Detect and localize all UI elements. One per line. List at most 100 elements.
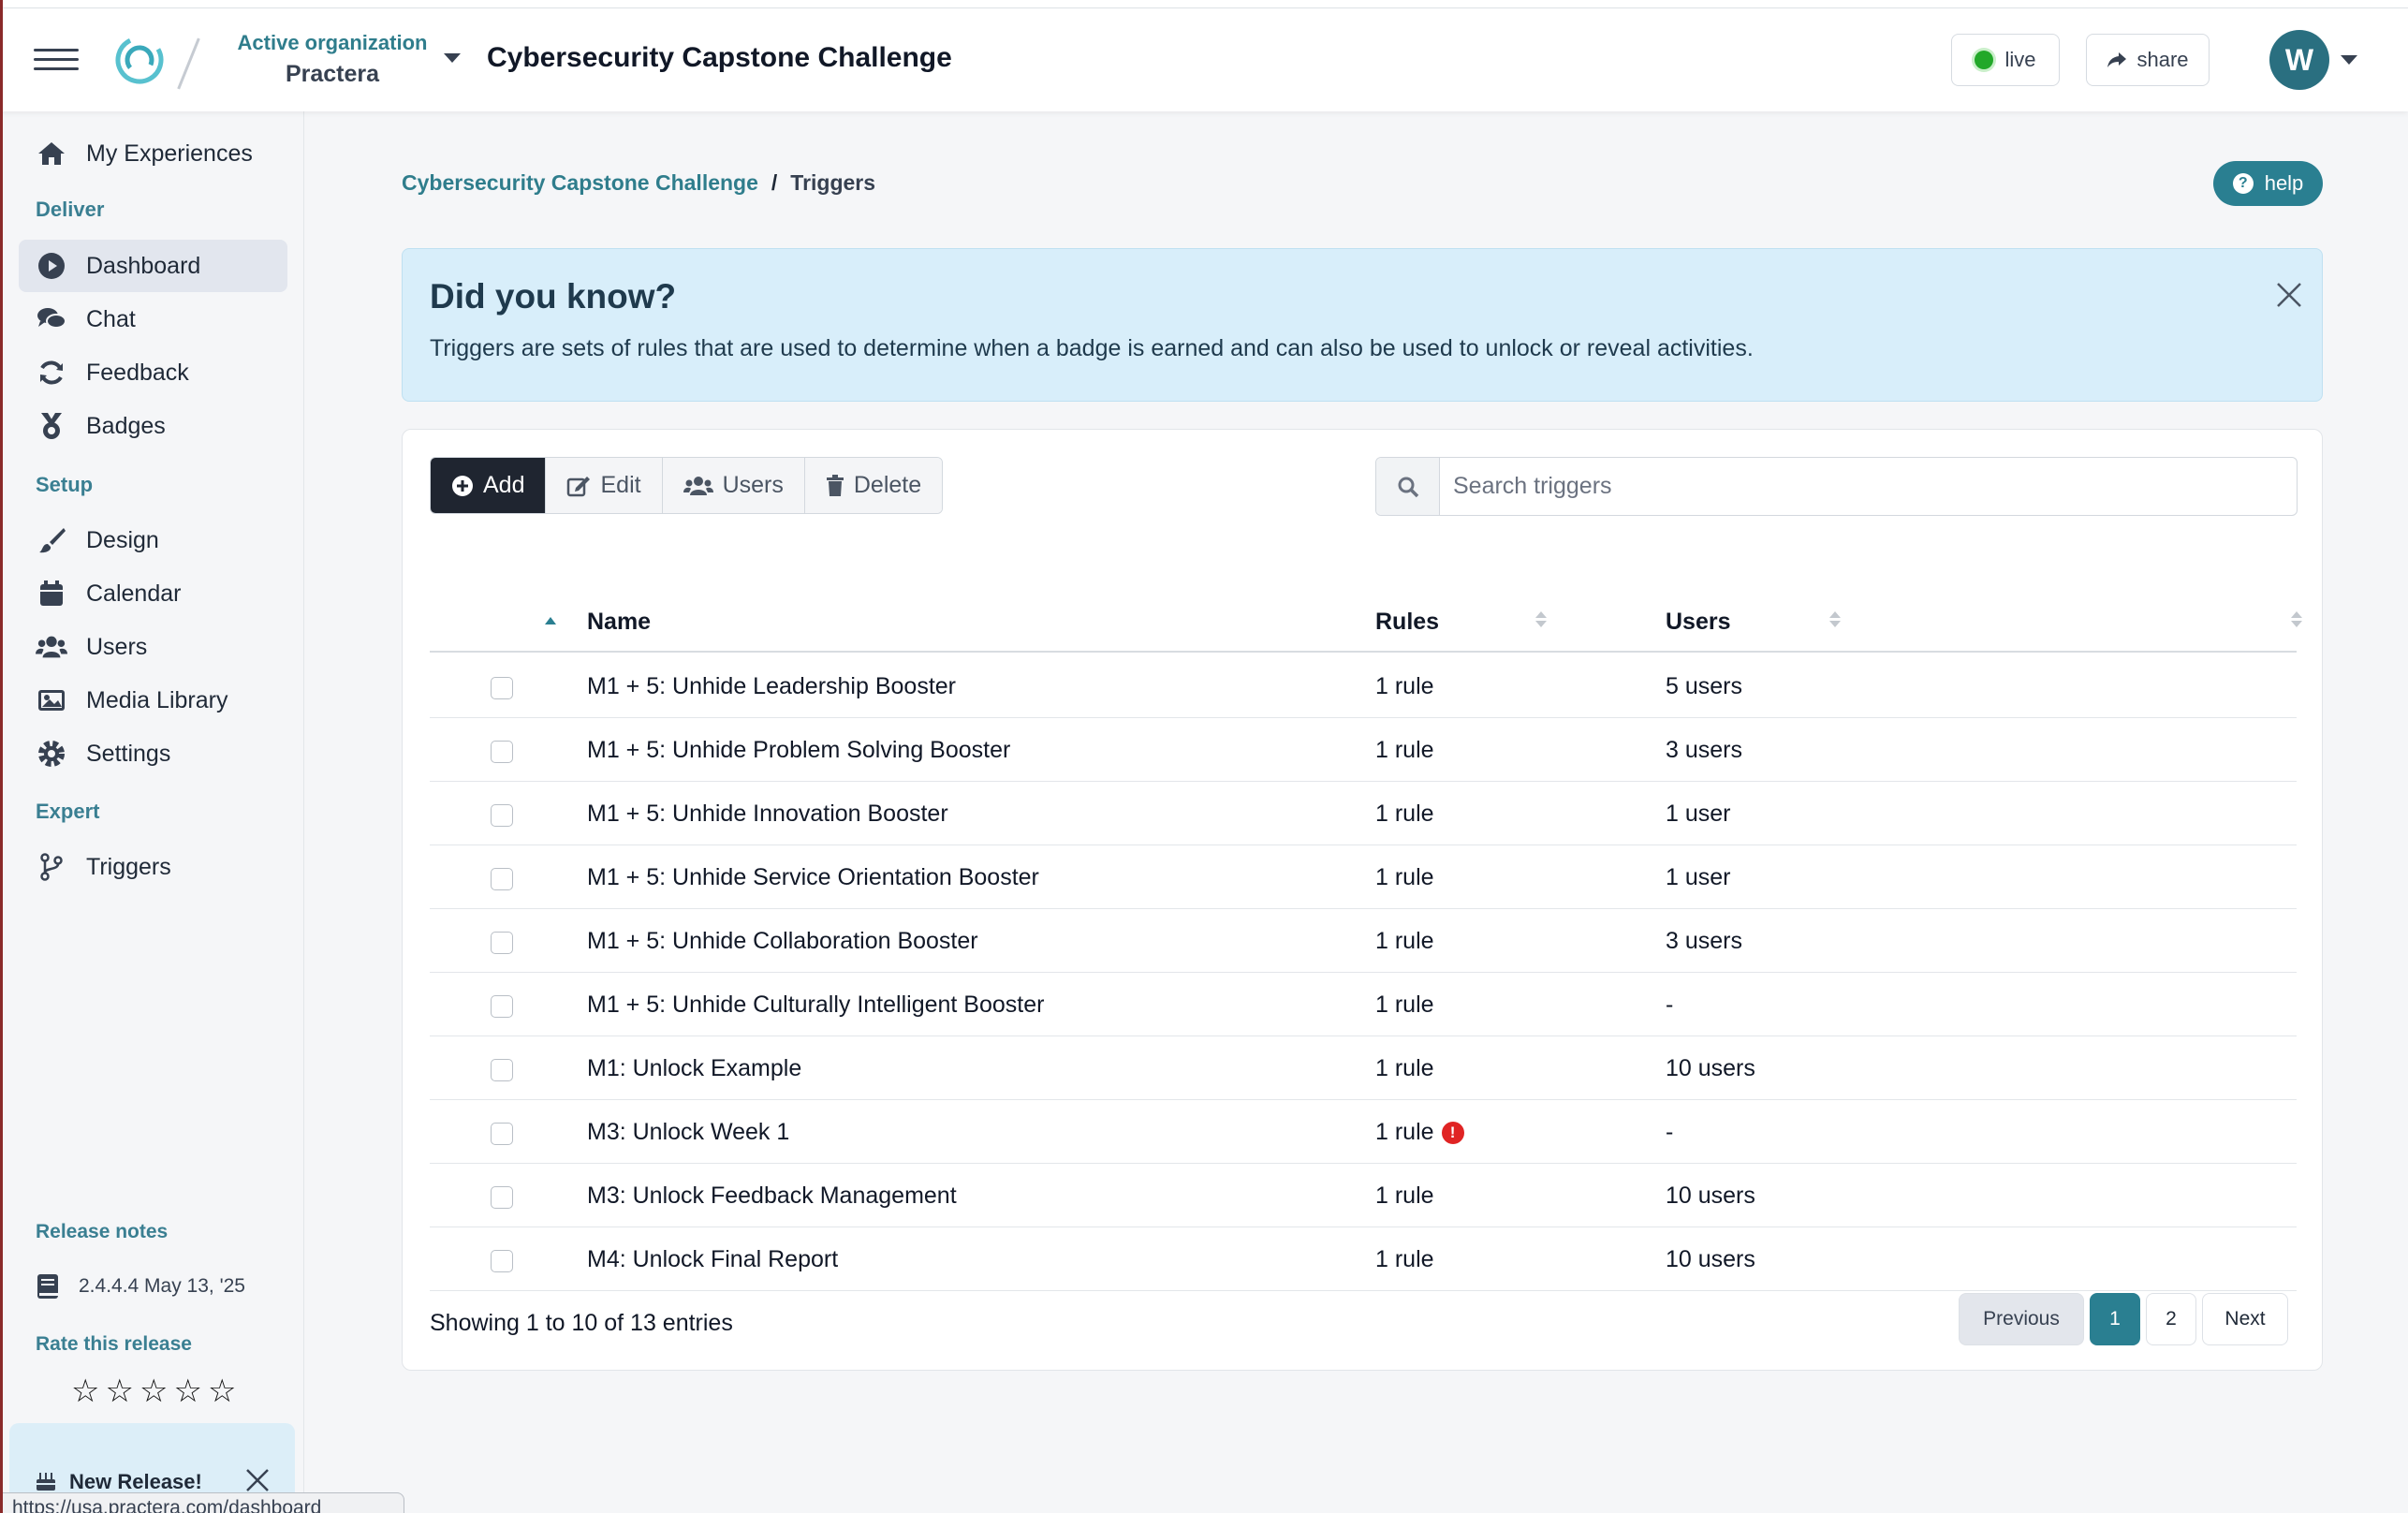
experience-title: Cybersecurity Capstone Challenge — [487, 42, 952, 73]
table-row[interactable]: M1 + 5: Unhide Collaboration Booster 1 ru… — [430, 909, 2297, 973]
star-icon[interactable]: ☆ — [173, 1375, 201, 1407]
status-bar-url: https://usa.practera.com/dashboard — [0, 1492, 404, 1513]
row-checkbox[interactable] — [491, 1059, 513, 1081]
image-icon — [36, 684, 67, 716]
share-button[interactable]: share — [2086, 34, 2210, 86]
release-notes-label[interactable]: Release notes — [36, 1221, 168, 1243]
trigger-users: - — [1666, 1119, 1674, 1145]
trigger-name[interactable]: M1: Unlock Example — [587, 1055, 801, 1082]
medal-icon — [36, 410, 67, 442]
sort-ascending-icon[interactable] — [545, 617, 556, 624]
breadcrumb-experience-link[interactable]: Cybersecurity Capstone Challenge — [402, 170, 758, 196]
trigger-name[interactable]: M1 + 5: Unhide Innovation Booster — [587, 801, 948, 828]
trigger-users: 5 users — [1666, 673, 1742, 699]
table-row[interactable]: M1 + 5: Unhide Leadership Booster 1 rule 5… — [430, 654, 2297, 718]
sidebar-item-calendar[interactable]: Calendar — [19, 567, 287, 620]
sort-icon[interactable] — [2291, 611, 2304, 634]
row-checkbox[interactable] — [491, 804, 513, 827]
chevron-down-icon[interactable] — [444, 53, 461, 63]
table-row[interactable]: M3: Unlock Week 1 1 rule! - — [430, 1100, 2297, 1164]
org-switcher[interactable]: Active organization Practera — [234, 31, 431, 88]
star-icon[interactable]: ☆ — [139, 1375, 168, 1407]
share-label: share — [2136, 48, 2189, 71]
delete-button[interactable]: Delete — [804, 458, 943, 513]
star-icon[interactable]: ☆ — [208, 1375, 236, 1407]
close-icon[interactable] — [2273, 279, 2305, 311]
pagination: Previous 1 2 Next — [1959, 1293, 2288, 1345]
sidebar-item-settings[interactable]: Settings — [19, 727, 287, 780]
sidebar-item-feedback[interactable]: Feedback — [19, 346, 287, 399]
entries-info: Showing 1 to 10 of 13 entries — [430, 1310, 733, 1336]
sidebar-item-label: Design — [86, 526, 159, 553]
practera-logo-icon[interactable] — [112, 33, 167, 87]
row-checkbox[interactable] — [491, 932, 513, 954]
edit-button[interactable]: Edit — [546, 458, 663, 513]
row-checkbox[interactable] — [491, 677, 513, 699]
trigger-name[interactable]: M3: Unlock Feedback Management — [587, 1182, 957, 1210]
trigger-name[interactable]: M1 + 5: Unhide Service Orientation Boost… — [587, 864, 1039, 891]
table-header: Name Rules Users — [430, 591, 2302, 653]
row-checkbox[interactable] — [491, 1186, 513, 1209]
row-checkbox[interactable] — [491, 995, 513, 1018]
sidebar-item-my-experiences[interactable]: My Experiences — [19, 127, 287, 180]
trigger-name[interactable]: M1 + 5: Unhide Collaboration Booster — [587, 928, 978, 955]
trigger-rules: 1 rule — [1375, 673, 1434, 700]
column-header-users[interactable]: Users — [1666, 591, 1731, 653]
trigger-name[interactable]: M1 + 5: Unhide Problem Solving Booster — [587, 737, 1010, 764]
table-row[interactable]: M1 + 5: Unhide Service Orientation Boost… — [430, 845, 2297, 909]
user-avatar[interactable]: W — [2269, 30, 2329, 90]
trigger-users: 1 user — [1666, 864, 1731, 890]
table-row[interactable]: M1 + 5: Unhide Culturally Intelligent Bo… — [430, 973, 2297, 1036]
sidebar-section-setup: Setup — [36, 473, 94, 496]
breadcrumb-separator: / — [771, 170, 778, 195]
close-icon[interactable] — [242, 1464, 273, 1496]
trigger-name[interactable]: M1 + 5: Unhide Culturally Intelligent Bo… — [587, 992, 1044, 1019]
window-edge — [0, 0, 3, 1513]
chevron-down-icon[interactable] — [2341, 55, 2357, 65]
sort-icon[interactable] — [1535, 611, 1549, 634]
sidebar-item-label: Users — [86, 633, 148, 660]
row-checkbox[interactable] — [491, 868, 513, 890]
search-icon — [1376, 458, 1440, 515]
warning-icon[interactable]: ! — [1441, 1121, 1464, 1144]
info-title: Did you know? — [430, 277, 677, 316]
help-button[interactable]: ? help — [2213, 161, 2323, 206]
table-row[interactable]: M4: Unlock Final Report 1 rule 10 users — [430, 1227, 2297, 1291]
column-header-rules[interactable]: Rules — [1375, 591, 1439, 653]
live-button[interactable]: live — [1951, 34, 2060, 86]
sidebar-section-deliver: Deliver — [36, 198, 105, 221]
trigger-name[interactable]: M3: Unlock Week 1 — [587, 1119, 789, 1146]
book-icon — [37, 1274, 58, 1299]
table-row[interactable]: M1 + 5: Unhide Innovation Booster 1 rule 1… — [430, 782, 2297, 845]
row-checkbox[interactable] — [491, 741, 513, 763]
table-row[interactable]: M1: Unlock Example 1 rule 10 users — [430, 1036, 2297, 1100]
sidebar-item-dashboard[interactable]: Dashboard — [19, 240, 287, 292]
trigger-name[interactable]: M1 + 5: Unhide Leadership Booster — [587, 673, 956, 700]
sidebar-item-users[interactable]: Users — [19, 621, 287, 673]
previous-page-button[interactable]: Previous — [1959, 1293, 2084, 1345]
sidebar-item-design[interactable]: Design — [19, 514, 287, 566]
add-button[interactable]: Add — [431, 458, 547, 513]
table-row[interactable]: M3: Unlock Feedback Management 1 rule 10 u… — [430, 1164, 2297, 1227]
next-page-button[interactable]: Next — [2202, 1293, 2288, 1345]
sidebar-item-chat[interactable]: Chat — [19, 293, 287, 345]
sidebar-item-label: Settings — [86, 740, 171, 767]
version-info[interactable]: 2.4.4.4 May 13, '25 — [36, 1272, 245, 1300]
sidebar-item-media-library[interactable]: Media Library — [19, 674, 287, 727]
sidebar-item-badges[interactable]: Badges — [19, 400, 287, 452]
menu-icon[interactable] — [34, 49, 79, 71]
search-input[interactable] — [1440, 458, 2297, 515]
row-checkbox[interactable] — [491, 1123, 513, 1145]
sidebar-item-triggers[interactable]: Triggers — [19, 841, 287, 893]
star-icon[interactable]: ☆ — [105, 1375, 133, 1407]
trigger-name[interactable]: M4: Unlock Final Report — [587, 1246, 838, 1273]
star-icon[interactable]: ☆ — [71, 1375, 99, 1407]
page-2-button[interactable]: 2 — [2146, 1293, 2196, 1345]
table-row[interactable]: M1 + 5: Unhide Problem Solving Booster 1 … — [430, 718, 2297, 782]
trigger-rules: 1 rule — [1375, 737, 1434, 764]
users-button[interactable]: Users — [662, 458, 805, 513]
column-header-name[interactable]: Name — [587, 591, 651, 653]
row-checkbox[interactable] — [491, 1250, 513, 1272]
sort-icon[interactable] — [1829, 611, 1843, 634]
page-1-button[interactable]: 1 — [2090, 1293, 2140, 1345]
